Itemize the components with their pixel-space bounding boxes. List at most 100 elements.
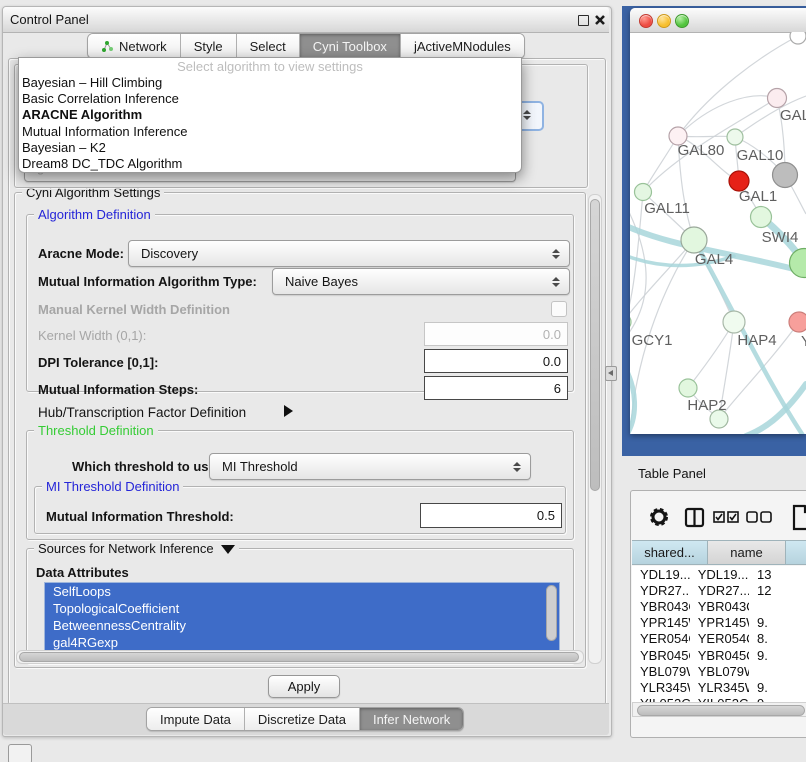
table-cell: 12 [749,583,806,598]
data-attributes-label: Data Attributes [36,565,129,580]
network-node[interactable] [635,184,652,201]
manual-kernel-label: Manual Kernel Width Definition [38,302,230,317]
data-attributes-list: SelfLoopsTopologicalCoefficientBetweenne… [44,582,560,652]
table-cell: 13 [749,567,806,582]
table-cell: 8. [749,631,806,646]
table-header-row: shared...nameA [632,540,806,565]
table-horizontal-scrollbar[interactable] [632,702,806,717]
control-panel-titlebar [3,7,609,33]
network-node[interactable] [630,314,631,330]
mi-type-value: Naive Bayes [273,274,547,289]
hub-section-label[interactable]: Hub/Transcription Factor Definition [38,405,246,420]
zoom-window-icon[interactable] [675,14,689,28]
node-label: Y [801,333,806,350]
network-node[interactable] [723,311,745,333]
mi-type-combobox[interactable]: Naive Bayes [272,268,570,295]
table-cell: YPR145W [690,615,749,630]
combo-stepper-icon [547,277,565,287]
network-node[interactable] [681,227,707,253]
split-columns-icon[interactable] [684,507,705,528]
float-window-icon[interactable] [578,15,589,26]
table-panel-title: Table Panel [638,466,706,481]
mi-threshold-field[interactable]: 0.5 [420,503,562,528]
column-header[interactable]: name [708,540,786,565]
sources-group-title[interactable]: Sources for Network Inference [34,541,239,556]
data-attribute-item[interactable]: SelfLoops [45,583,559,600]
network-node[interactable] [790,32,806,44]
table-cell: YDL19... [690,567,749,582]
dropdown-placeholder: Select algorithm to view settings [19,58,521,75]
dpi-tolerance-field[interactable]: 0.0 [424,349,568,373]
table-row[interactable]: YER054CYER054C8. [632,631,806,647]
tab-label: jActiveMNodules [414,39,511,54]
algorithm-option[interactable]: Bayesian – K2 [19,140,521,156]
network-node[interactable] [751,207,772,228]
minimized-panel-chip[interactable] [8,744,32,762]
unchecked-pair-icon[interactable] [746,511,772,524]
settings-vertical-scrollbar[interactable] [588,194,602,664]
tab-discretize-data[interactable]: Discretize Data [245,708,360,730]
settings-vertical-scrollbar-thumb[interactable] [590,199,600,491]
tab-label: Cyni Toolbox [313,39,387,54]
network-node[interactable] [773,163,798,188]
column-header[interactable]: shared... [632,540,708,565]
which-threshold-combobox[interactable]: MI Threshold [209,453,531,480]
node-label: SWI4 [762,229,799,246]
tab-select[interactable]: Select [237,34,300,58]
node-label: GAL4 [695,251,733,268]
tab-style[interactable]: Style [181,34,237,58]
algorithm-option[interactable]: Basic Correlation Inference [19,91,521,107]
aracne-mode-combobox[interactable]: Discovery [128,240,570,267]
data-attribute-item[interactable]: BetweennessCentrality [45,617,559,634]
tab-jactivemnodules[interactable]: jActiveMNodules [401,34,524,58]
collapse-arrow-icon [221,545,235,554]
close-window-icon[interactable] [639,14,653,28]
table-row[interactable]: YLR345WYLR345W9. [632,679,806,695]
mi-type-label: Mutual Information Algorithm Type: [38,274,257,289]
settings-horizontal-scrollbar[interactable] [16,650,584,664]
network-edge [678,96,777,136]
apply-button[interactable]: Apply [268,675,340,698]
table-row[interactable]: YDR27...YDR27...12 [632,582,806,598]
document-icon[interactable] [792,504,806,531]
checked-pair-icon[interactable] [713,511,739,524]
network-edge [630,202,646,337]
network-node[interactable] [789,312,806,332]
table-row[interactable]: YDL19...YDL19...13 [632,566,806,582]
network-window: GAL7GAL80GAL10GAL1GAL11SWI4GAL4GCY1HAP4Y… [630,8,806,434]
network-canvas[interactable]: GAL7GAL80GAL10GAL1GAL11SWI4GAL4GCY1HAP4Y… [630,32,806,434]
mi-steps-field[interactable]: 6 [424,376,568,400]
node-label: GAL80 [678,142,725,159]
network-node[interactable] [727,129,743,145]
which-threshold-value: MI Threshold [210,459,508,474]
algorithm-option[interactable]: ARACNE Algorithm [19,107,521,123]
column-header[interactable]: A [786,540,806,565]
gear-icon[interactable] [648,506,670,528]
sources-title-text: Sources for Network Inference [38,541,214,556]
tab-impute-data[interactable]: Impute Data [147,708,245,730]
algorithm-option[interactable]: Bayesian – Hill Climbing [19,75,521,91]
tab-cyni-toolbox[interactable]: Cyni Toolbox [300,34,401,58]
settings-horizontal-scrollbar-thumb[interactable] [19,652,579,662]
minimize-window-icon[interactable] [657,14,671,28]
table-row[interactable]: YBR045CYBR045C9. [632,647,806,663]
network-node[interactable] [768,89,787,108]
expand-arrow-icon[interactable] [284,405,293,417]
table-row[interactable]: YBR043CYBR043C [632,598,806,614]
algorithm-option[interactable]: Dream8 DC_TDC Algorithm [19,156,521,172]
data-attribute-item[interactable]: gal4RGexp [45,634,559,651]
network-node[interactable] [790,249,806,278]
algorithm-option[interactable]: Mutual Information Inference [19,124,521,140]
kernel-width-field[interactable]: 0.0 [424,322,568,346]
table-horizontal-scrollbar-thumb[interactable] [637,705,805,716]
close-panel-icon[interactable] [594,14,606,26]
tab-network[interactable]: Network [88,34,181,58]
attributes-list-scrollbar-thumb[interactable] [546,585,557,641]
data-attribute-item[interactable]: TopologicalCoefficient [45,600,559,617]
table-row[interactable]: YBL079WYBL079W [632,663,806,679]
splitpane-divider-handle[interactable] [605,366,617,381]
tab-infer-network[interactable]: Infer Network [360,708,463,730]
network-node[interactable] [679,379,697,397]
manual-kernel-checkbox[interactable] [551,301,567,317]
table-row[interactable]: YPR145WYPR145W9. [632,615,806,631]
